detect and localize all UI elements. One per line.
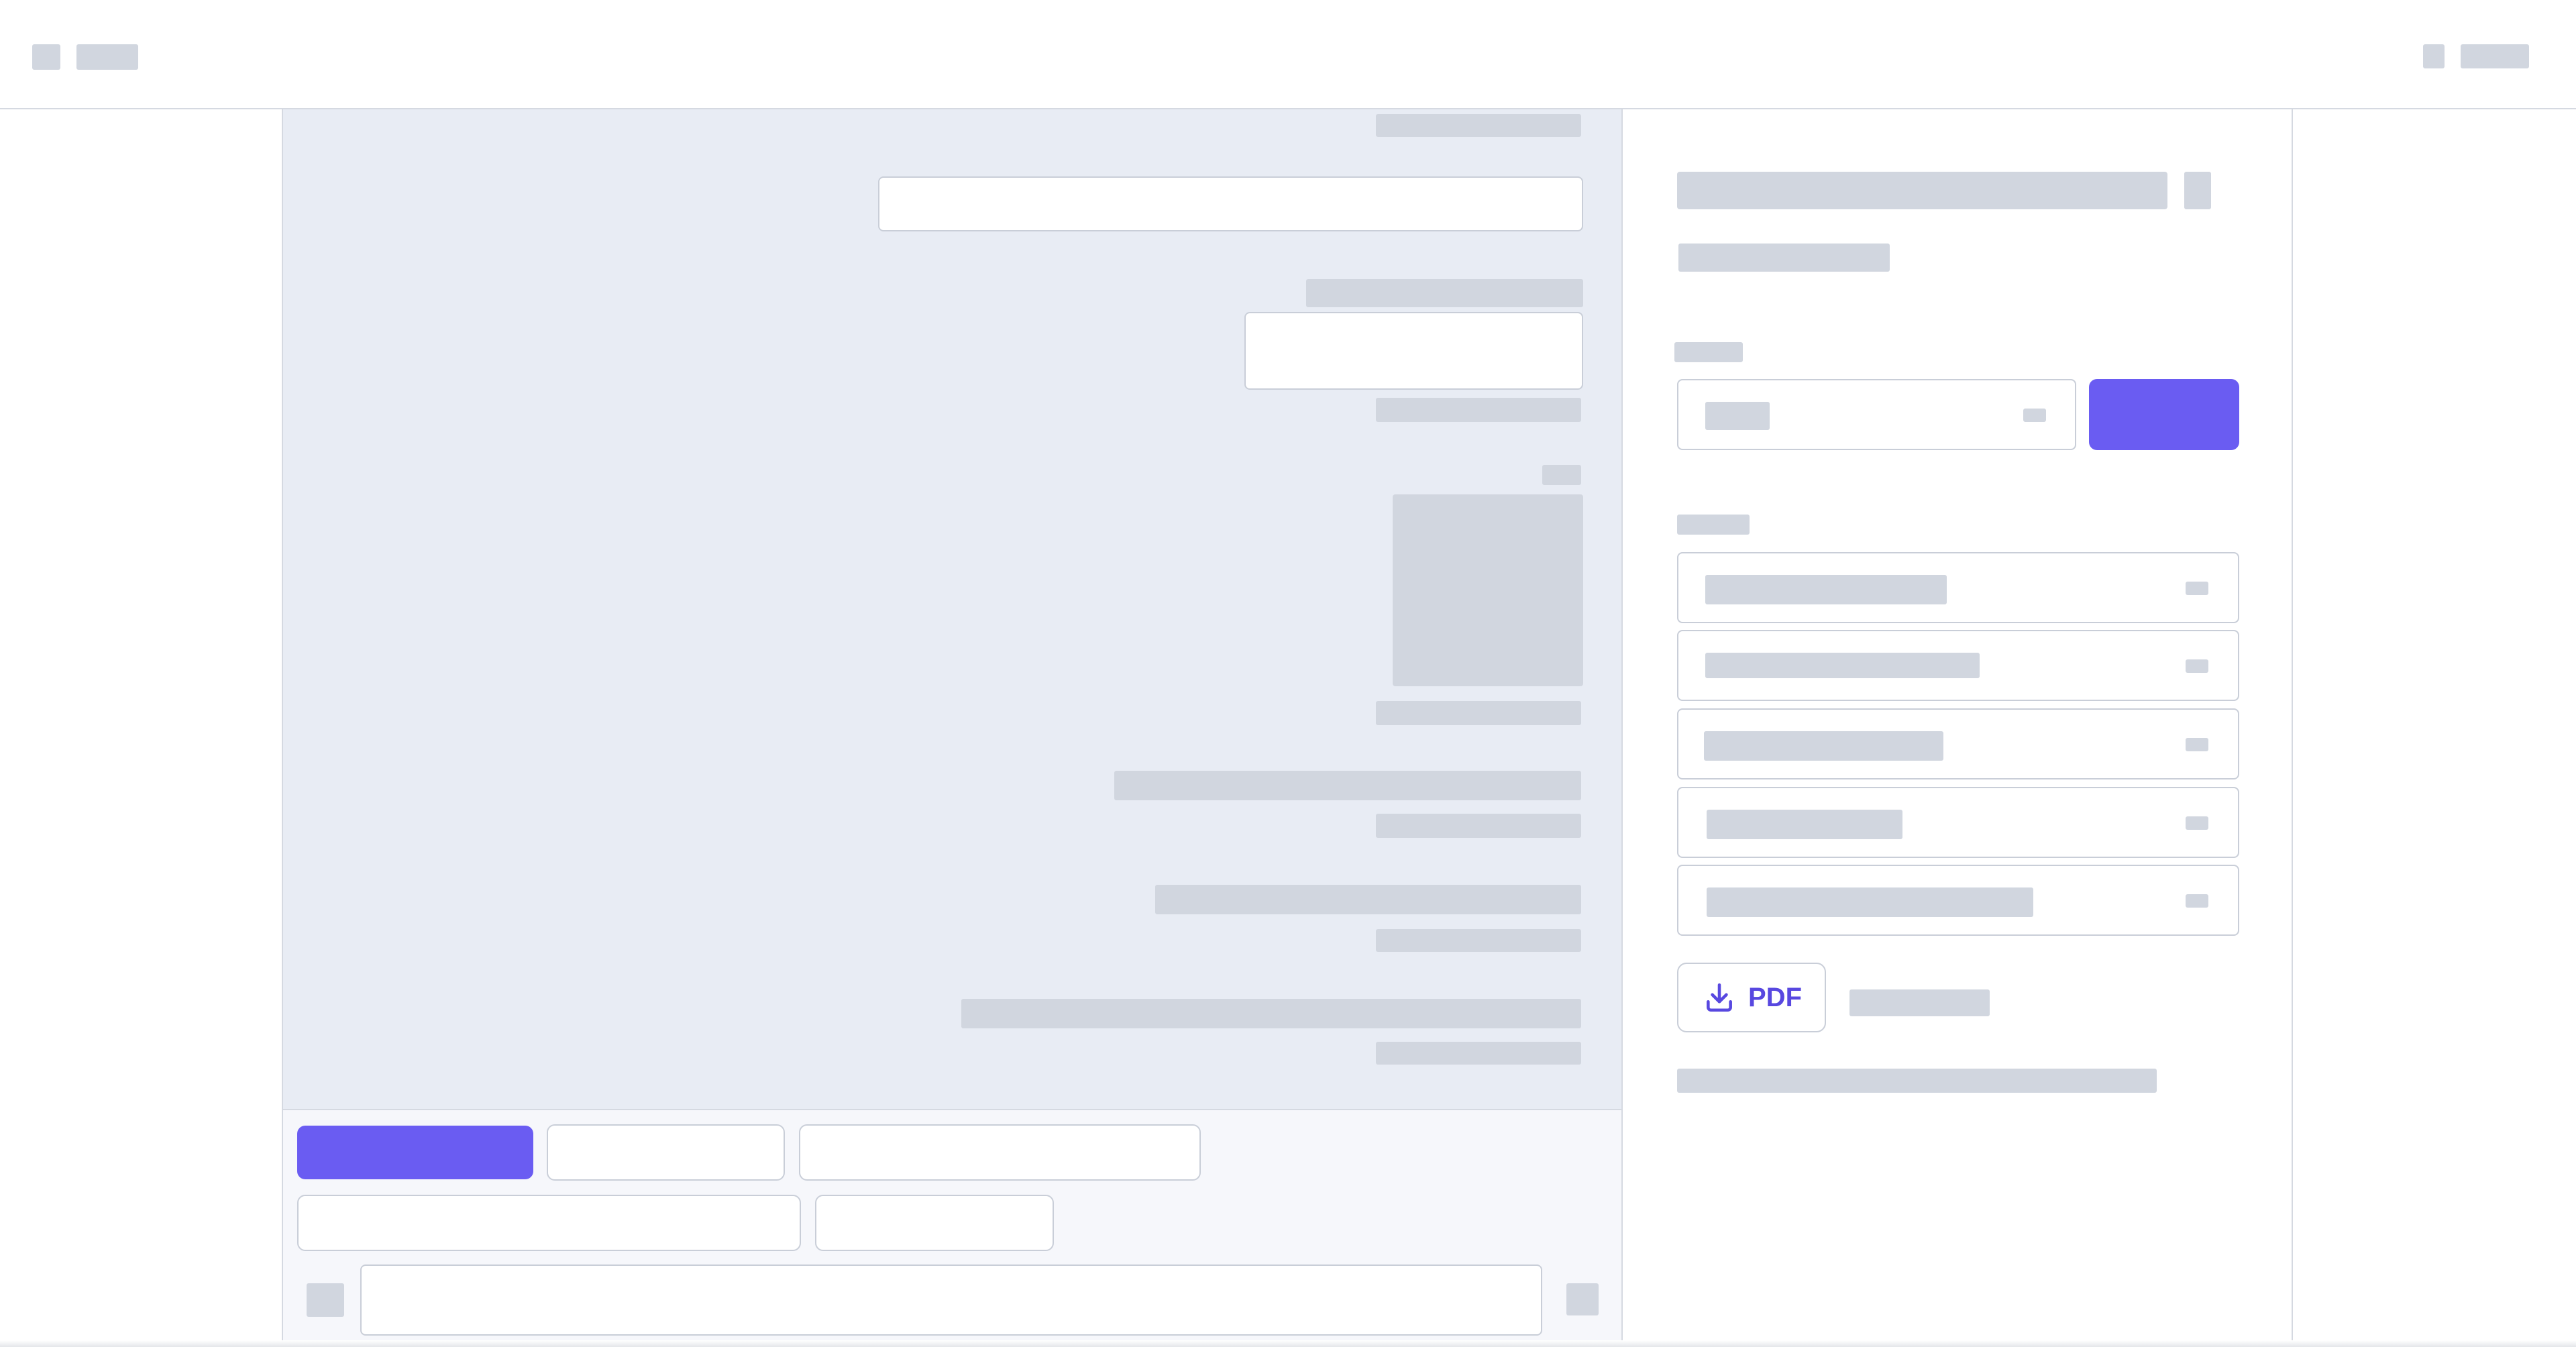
field-label-placeholder bbox=[1674, 342, 1743, 362]
panel-title-placeholder bbox=[1677, 172, 2167, 209]
file-meta-placeholder bbox=[1849, 989, 1990, 1016]
list-item-text-placeholder bbox=[1705, 575, 1947, 604]
suggestion-chip[interactable] bbox=[799, 1124, 1201, 1181]
suggestion-chip[interactable] bbox=[297, 1195, 801, 1251]
chevron-down-icon bbox=[2023, 409, 2046, 422]
send-icon-placeholder[interactable] bbox=[1566, 1283, 1599, 1315]
list-item[interactable] bbox=[1677, 787, 2239, 858]
message-meta-placeholder bbox=[1376, 814, 1581, 838]
composer-area bbox=[282, 1109, 1623, 1347]
panel-subtitle-placeholder bbox=[1678, 244, 1890, 272]
panel-title-icon-placeholder[interactable] bbox=[2184, 172, 2211, 209]
pdf-download-button[interactable]: PDF bbox=[1677, 963, 1826, 1032]
app-title-placeholder bbox=[76, 44, 138, 70]
list-item-badge-placeholder bbox=[2186, 816, 2208, 830]
list-item-badge-placeholder bbox=[2186, 738, 2208, 751]
message-meta-placeholder bbox=[1376, 701, 1581, 725]
apply-button[interactable] bbox=[2089, 379, 2239, 450]
message-input-bubble[interactable] bbox=[878, 176, 1583, 231]
message-input-small[interactable] bbox=[1244, 312, 1583, 390]
pdf-button-label: PDF bbox=[1748, 982, 1802, 1012]
list-item[interactable] bbox=[1677, 708, 2239, 779]
chat-text-input[interactable] bbox=[360, 1264, 1542, 1336]
user-name-placeholder[interactable] bbox=[2461, 44, 2529, 68]
select-field[interactable] bbox=[1677, 379, 2076, 450]
window-bottom-edge bbox=[0, 1340, 2576, 1347]
message-meta-placeholder bbox=[1376, 398, 1581, 422]
side-panel: PDF bbox=[1623, 109, 2293, 1347]
list-item[interactable] bbox=[1677, 865, 2239, 936]
suggestion-chip[interactable] bbox=[815, 1195, 1054, 1251]
user-icon-placeholder[interactable] bbox=[2423, 44, 2445, 68]
list-item-badge-placeholder bbox=[2186, 894, 2208, 908]
list-item-text-placeholder bbox=[1707, 887, 2033, 917]
list-item-text-placeholder bbox=[1705, 653, 1980, 678]
list-item-badge-placeholder bbox=[2186, 582, 2208, 595]
top-bar bbox=[0, 0, 2576, 109]
list-item-badge-placeholder bbox=[2186, 659, 2208, 673]
download-icon bbox=[1703, 981, 1736, 1014]
message-meta-placeholder bbox=[1376, 1042, 1581, 1065]
panel-footnote-placeholder bbox=[1677, 1069, 2157, 1093]
select-value-placeholder bbox=[1705, 402, 1770, 430]
image-attachment-placeholder[interactable] bbox=[1393, 494, 1583, 686]
chat-panel bbox=[282, 109, 1623, 1109]
message-meta-placeholder bbox=[1376, 114, 1581, 137]
message-text-placeholder bbox=[1155, 885, 1581, 914]
list-label-placeholder bbox=[1677, 515, 1750, 535]
message-text-placeholder bbox=[1114, 771, 1581, 800]
list-item-text-placeholder bbox=[1707, 810, 1902, 839]
suggestion-chip[interactable] bbox=[547, 1124, 785, 1181]
list-item-text-placeholder bbox=[1704, 731, 1943, 761]
app-logo-placeholder[interactable] bbox=[32, 44, 60, 70]
message-meta-placeholder bbox=[1376, 929, 1581, 952]
suggestion-chip-active[interactable] bbox=[297, 1126, 533, 1179]
message-text-placeholder bbox=[961, 999, 1581, 1028]
message-label-placeholder bbox=[1306, 279, 1583, 307]
attach-icon-placeholder[interactable] bbox=[307, 1283, 344, 1317]
attachment-label-placeholder bbox=[1542, 465, 1581, 485]
list-item[interactable] bbox=[1677, 630, 2239, 701]
list-item[interactable] bbox=[1677, 552, 2239, 623]
